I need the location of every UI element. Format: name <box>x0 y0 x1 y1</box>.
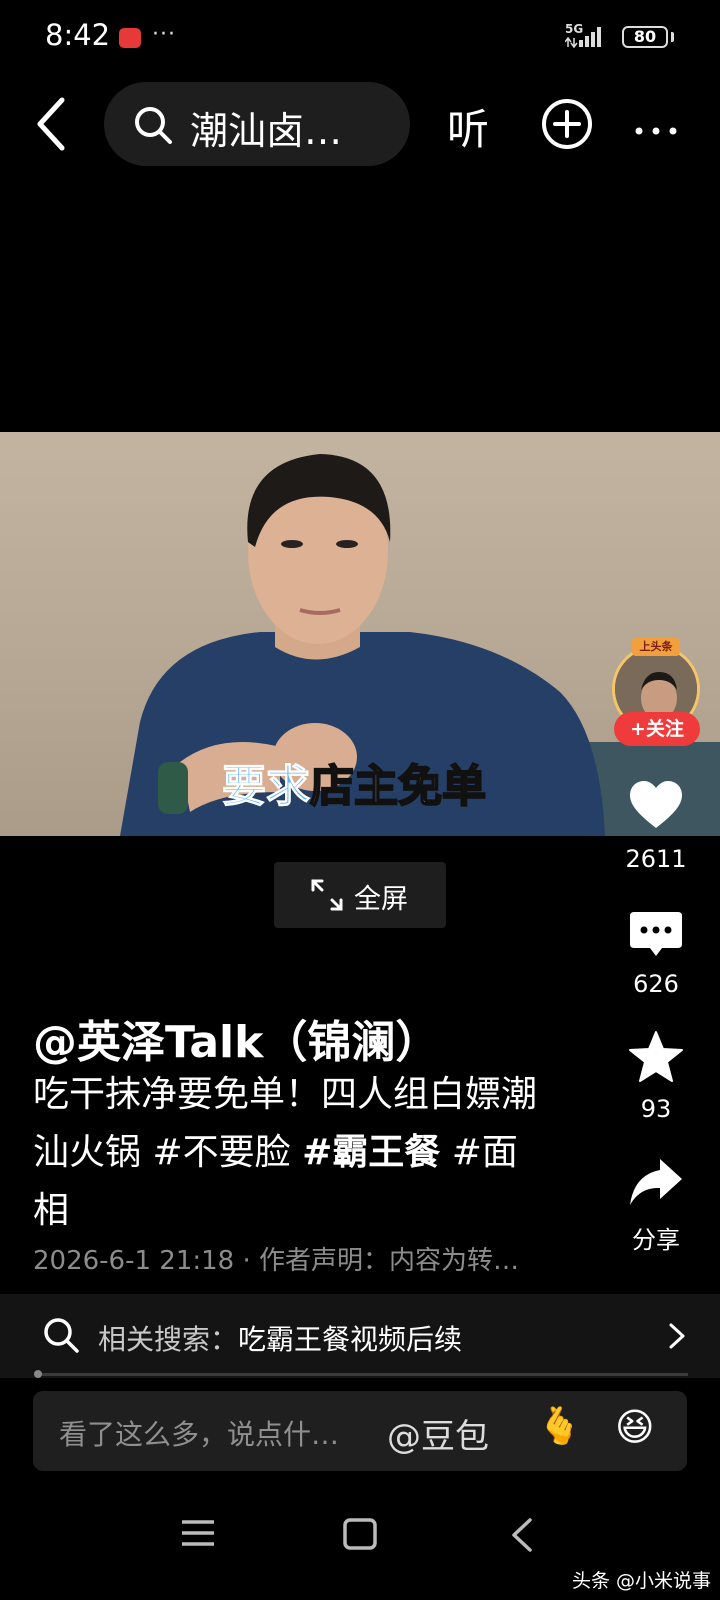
menu-icon <box>182 1520 214 1546</box>
hashtag-1[interactable]: #不要脸 <box>152 1132 290 1173</box>
doubao-mention-button[interactable]: @豆包 <box>387 1409 489 1458</box>
subtitle-part-2: 店主免单 <box>309 760 487 813</box>
chevron-left-icon <box>37 97 65 151</box>
network-label: 5G <box>565 22 583 36</box>
follow-button[interactable]: +关注 <box>614 712 700 746</box>
author-name[interactable]: @英泽Talk（锦澜） <box>33 1006 439 1070</box>
related-search-label: 相关搜索： <box>98 1323 239 1356</box>
video-caption: 吃干抹净要免单！四人组白嫖潮汕火锅 #不要脸 #霸王餐 #面相 <box>33 1066 553 1240</box>
comment-placeholder: 看了这么多，说点什… <box>59 1418 340 1451</box>
chevron-right-icon <box>668 1322 686 1354</box>
battery-indicator: 80 <box>622 26 668 48</box>
related-search-term: 吃霸王餐视频后续 <box>238 1323 463 1356</box>
watermark: 头条 @小米说事 <box>572 1570 712 1592</box>
status-more-icon: ··· <box>152 22 176 47</box>
laugh-emoji-button[interactable]: 😆 <box>615 1405 655 1449</box>
plus-circle-icon <box>542 99 592 149</box>
fullscreen-button[interactable]: 全屏 <box>274 862 446 928</box>
video-subtitle: 要求店主免单 <box>222 750 488 814</box>
comment-bubble-icon <box>630 912 682 956</box>
related-search-text: 相关搜索：吃霸王餐视频后续 <box>98 1318 462 1358</box>
video-progress-track[interactable] <box>36 1373 688 1376</box>
favorite-count: 93 <box>640 1095 672 1123</box>
subtitle-part-1: 要求 <box>222 761 311 813</box>
search-icon <box>132 104 174 150</box>
like-count: 2611 <box>625 845 687 873</box>
favorite-button[interactable] <box>628 1030 684 1086</box>
listen-button[interactable]: 听 <box>447 96 489 157</box>
home-square-icon <box>343 1518 377 1550</box>
more-options-button[interactable] <box>634 110 678 145</box>
share-label: 分享 <box>632 1226 680 1254</box>
video-player[interactable]: 要求店主免单 <box>0 432 720 836</box>
hashtag-2[interactable]: #霸王餐 <box>302 1132 440 1173</box>
comment-count: 626 <box>633 970 679 998</box>
heart-icon <box>630 781 682 828</box>
avatar-badge: 上头条 <box>632 638 680 656</box>
post-meta: 2026-6-1 21:18 · 作者声明：内容为转… <box>33 1240 519 1277</box>
post-datetime: 2026-6-1 21:18 <box>33 1246 235 1276</box>
search-icon <box>42 1316 80 1358</box>
fullscreen-label: 全屏 <box>354 884 408 915</box>
search-bar[interactable]: 潮汕卤… <box>104 82 410 166</box>
status-time: 8:42 <box>45 18 111 52</box>
nav-home-button[interactable] <box>343 1518 377 1554</box>
add-button[interactable] <box>541 98 593 150</box>
battery-tip <box>671 32 674 42</box>
share-arrow-icon <box>630 1159 682 1205</box>
signal-icon: 5G <box>564 22 613 54</box>
finger-heart-emoji-button[interactable]: 🫰 <box>537 1405 582 1447</box>
more-dots-icon <box>635 127 677 135</box>
expand-icon <box>311 879 343 911</box>
back-button[interactable] <box>30 96 76 152</box>
like-button[interactable] <box>628 778 684 834</box>
nav-menu-button[interactable] <box>180 1518 216 1552</box>
app-notification-icon <box>119 28 141 48</box>
share-button[interactable] <box>628 1155 684 1211</box>
meta-separator: · <box>242 1246 251 1276</box>
related-search-bar[interactable]: 相关搜索：吃霸王餐视频后续 <box>0 1294 720 1378</box>
search-query: 潮汕卤… <box>190 109 343 153</box>
star-icon <box>629 1031 683 1082</box>
nav-back-button[interactable] <box>510 1518 534 1556</box>
author-statement[interactable]: 作者声明：内容为转… <box>259 1246 519 1276</box>
video-progress-handle[interactable] <box>34 1370 42 1378</box>
nav-back-icon <box>512 1518 532 1552</box>
comment-button[interactable] <box>628 908 684 964</box>
comment-input[interactable]: 看了这么多，说点什… @豆包 🫰 😆 <box>33 1391 687 1471</box>
